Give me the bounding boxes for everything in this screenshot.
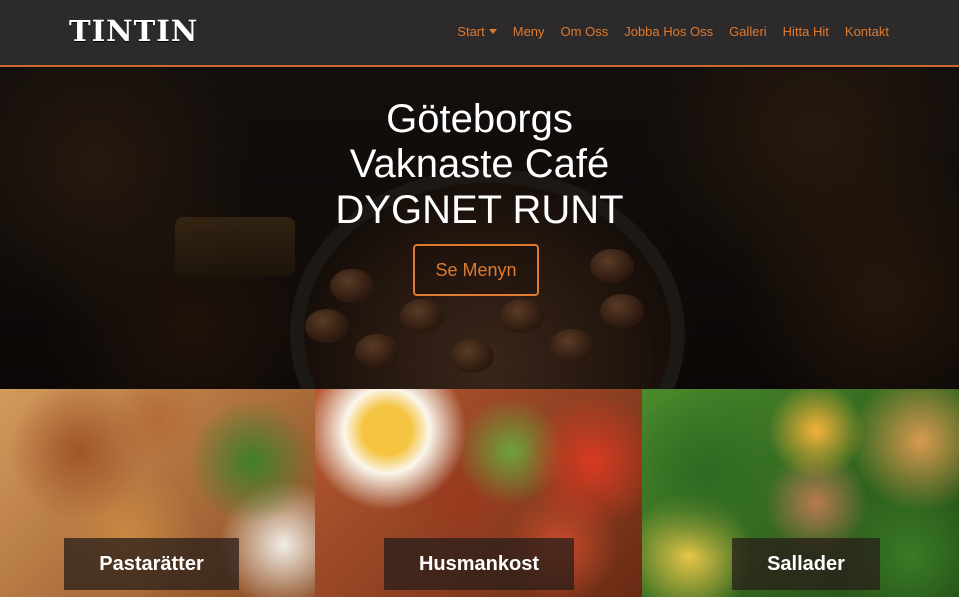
nav-start[interactable]: Start (457, 24, 497, 39)
hero-section: Göteborgs Vaknaste Café DYGNET RUNT Se M… (0, 69, 959, 389)
menu-categories: Pastarätter Husmankost Sallader (0, 389, 959, 597)
caret-down-icon (488, 29, 497, 34)
nav-jobba-hos-oss[interactable]: Jobba Hos Oss (624, 24, 713, 39)
see-menu-button[interactable]: Se Menyn (413, 244, 539, 296)
category-card-husmankost[interactable]: Husmankost (315, 389, 642, 597)
category-label[interactable]: Husmankost (384, 538, 574, 590)
brand-logo[interactable]: TINTIN (69, 14, 198, 48)
category-label[interactable]: Sallader (732, 538, 880, 590)
hero-line-1: Göteborgs (386, 97, 573, 141)
category-card-pasta[interactable]: Pastarätter (0, 389, 315, 597)
nav-kontakt[interactable]: Kontakt (845, 24, 889, 39)
navbar: TINTIN Start Meny Om Oss Jobba Hos Oss G… (0, 0, 959, 67)
category-label[interactable]: Pastarätter (64, 538, 239, 590)
hero-line-3: DYGNET RUNT (335, 188, 624, 232)
main-nav: Start Meny Om Oss Jobba Hos Oss Galleri … (457, 24, 889, 39)
nav-om-oss[interactable]: Om Oss (561, 24, 609, 39)
category-card-sallader[interactable]: Sallader (642, 389, 959, 597)
nav-hitta-hit[interactable]: Hitta Hit (783, 24, 829, 39)
nav-galleri[interactable]: Galleri (729, 24, 767, 39)
nav-meny[interactable]: Meny (513, 24, 545, 39)
hero-line-2: Vaknaste Café (349, 142, 610, 186)
nav-start-label: Start (457, 24, 485, 39)
hero-heading: Göteborgs Vaknaste Café DYGNET RUNT (0, 97, 959, 233)
